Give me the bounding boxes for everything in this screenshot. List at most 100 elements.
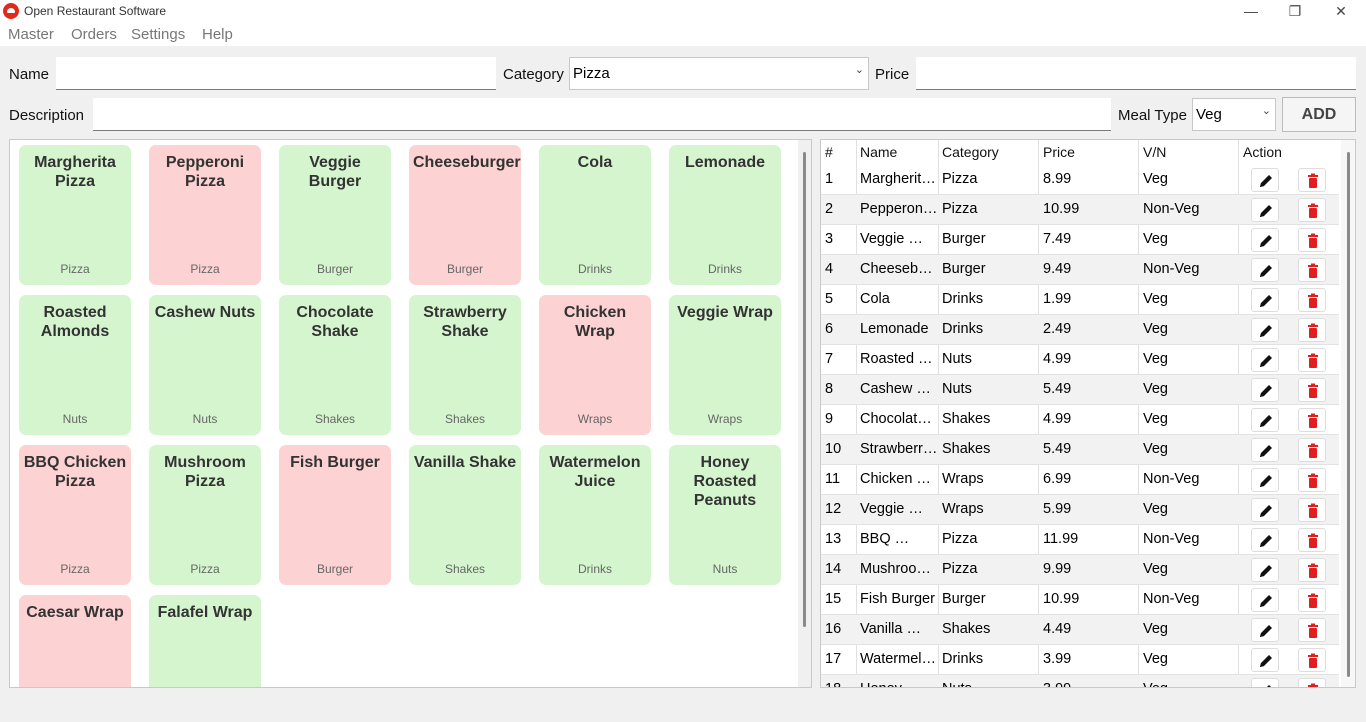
delete-button[interactable] bbox=[1298, 618, 1326, 642]
delete-button[interactable] bbox=[1298, 348, 1326, 372]
maximize-button[interactable]: ❐ bbox=[1272, 0, 1318, 24]
product-card[interactable]: Veggie Burger Burger bbox=[279, 145, 391, 285]
table-row[interactable]: 4 Cheeseb… Burger 9.49 Non-Veg bbox=[821, 255, 1339, 285]
add-button[interactable]: ADD bbox=[1282, 97, 1356, 132]
edit-button[interactable] bbox=[1251, 288, 1279, 312]
delete-button[interactable] bbox=[1298, 288, 1326, 312]
product-card[interactable]: Strawberry Shake Shakes bbox=[409, 295, 521, 435]
table-cell: 3 bbox=[825, 231, 834, 247]
product-card[interactable]: Caesar Wrap bbox=[19, 595, 131, 687]
delete-button[interactable] bbox=[1298, 228, 1326, 252]
product-card[interactable]: Veggie Wrap Wraps bbox=[669, 295, 781, 435]
edit-button[interactable] bbox=[1251, 318, 1279, 342]
edit-button[interactable] bbox=[1251, 168, 1279, 192]
product-card[interactable]: Cola Drinks bbox=[539, 145, 651, 285]
table-row[interactable]: 12 Veggie … Wraps 5.99 Veg bbox=[821, 495, 1339, 525]
trash-icon bbox=[1308, 413, 1318, 428]
chevron-down-icon: ⌄ bbox=[854, 64, 864, 76]
table-row[interactable]: 15 Fish Burger Burger 10.99 Non-Veg bbox=[821, 585, 1339, 615]
edit-button[interactable] bbox=[1251, 408, 1279, 432]
table-scrollbar[interactable] bbox=[1341, 140, 1355, 687]
table-cell: 1 bbox=[825, 171, 834, 187]
edit-button[interactable] bbox=[1251, 198, 1279, 222]
meal-type-select-value: Veg bbox=[1196, 106, 1222, 123]
pencil-icon bbox=[1260, 625, 1272, 637]
product-card[interactable]: Fish Burger Burger bbox=[279, 445, 391, 585]
product-card[interactable]: Roasted Almonds Nuts bbox=[19, 295, 131, 435]
edit-button[interactable] bbox=[1251, 258, 1279, 282]
product-card[interactable]: Watermelon Juice Drinks bbox=[539, 445, 651, 585]
edit-button[interactable] bbox=[1251, 528, 1279, 552]
table-row[interactable]: 8 Cashew … Nuts 5.49 Veg bbox=[821, 375, 1339, 405]
table-cell: 7.49 bbox=[1043, 231, 1072, 247]
edit-button[interactable] bbox=[1251, 438, 1279, 462]
edit-button[interactable] bbox=[1251, 678, 1279, 687]
table-row[interactable]: 11 Chicken … Wraps 6.99 Non-Veg bbox=[821, 465, 1339, 495]
edit-button[interactable] bbox=[1251, 618, 1279, 642]
product-card[interactable]: Pepperoni Pizza Pizza bbox=[149, 145, 261, 285]
table-row[interactable]: 1 Margherit… Pizza 8.99 Veg bbox=[821, 165, 1339, 195]
table-row[interactable]: 10 Strawberr… Shakes 5.49 Veg bbox=[821, 435, 1339, 465]
delete-button[interactable] bbox=[1298, 318, 1326, 342]
product-card[interactable]: Cheeseburger Burger bbox=[409, 145, 521, 285]
delete-button[interactable] bbox=[1298, 468, 1326, 492]
table-cell: Veg bbox=[1143, 381, 1168, 397]
delete-button[interactable] bbox=[1298, 528, 1326, 552]
product-card[interactable]: Mushroom Pizza Pizza bbox=[149, 445, 261, 585]
edit-button[interactable] bbox=[1251, 228, 1279, 252]
product-card-category: Nuts bbox=[192, 412, 218, 426]
grid-scroll-thumb[interactable] bbox=[803, 152, 806, 627]
minimize-button[interactable]: — bbox=[1228, 0, 1274, 24]
delete-button[interactable] bbox=[1298, 588, 1326, 612]
edit-button[interactable] bbox=[1251, 348, 1279, 372]
description-input[interactable] bbox=[93, 98, 1111, 131]
delete-button[interactable] bbox=[1298, 168, 1326, 192]
delete-button[interactable] bbox=[1298, 198, 1326, 222]
table-row[interactable]: 7 Roasted … Nuts 4.99 Veg bbox=[821, 345, 1339, 375]
edit-button[interactable] bbox=[1251, 498, 1279, 522]
menu-help[interactable]: Help bbox=[202, 26, 233, 43]
delete-button[interactable] bbox=[1298, 438, 1326, 462]
category-select[interactable]: Pizza ⌄ bbox=[569, 57, 869, 90]
product-card[interactable]: Vanilla Shake Shakes bbox=[409, 445, 521, 585]
table-row[interactable]: 3 Veggie … Burger 7.49 Veg bbox=[821, 225, 1339, 255]
table-row[interactable]: 6 Lemonade Drinks 2.49 Veg bbox=[821, 315, 1339, 345]
edit-button[interactable] bbox=[1251, 588, 1279, 612]
table-row[interactable]: 5 Cola Drinks 1.99 Veg bbox=[821, 285, 1339, 315]
delete-button[interactable] bbox=[1298, 498, 1326, 522]
product-card[interactable]: Margherita Pizza Pizza bbox=[19, 145, 131, 285]
menu-settings[interactable]: Settings bbox=[131, 26, 185, 43]
product-card[interactable]: BBQ Chicken Pizza Pizza bbox=[19, 445, 131, 585]
table-row[interactable]: 2 Pepperon… Pizza 10.99 Non-Veg bbox=[821, 195, 1339, 225]
delete-button[interactable] bbox=[1298, 378, 1326, 402]
name-input[interactable] bbox=[56, 57, 496, 90]
meal-type-select[interactable]: Veg ⌄ bbox=[1192, 98, 1276, 131]
price-input[interactable] bbox=[916, 57, 1356, 90]
table-row[interactable]: 9 Chocolat… Shakes 4.99 Veg bbox=[821, 405, 1339, 435]
table-row[interactable]: 13 BBQ … Pizza 11.99 Non-Veg bbox=[821, 525, 1339, 555]
product-card[interactable]: Chocolate Shake Shakes bbox=[279, 295, 391, 435]
close-button[interactable]: ✕ bbox=[1318, 0, 1364, 24]
menu-orders[interactable]: Orders bbox=[71, 26, 117, 43]
delete-button[interactable] bbox=[1298, 678, 1326, 687]
delete-button[interactable] bbox=[1298, 558, 1326, 582]
delete-button[interactable] bbox=[1298, 258, 1326, 282]
table-row[interactable]: 18 Honey… Nuts 3.99 Veg bbox=[821, 675, 1339, 687]
edit-button[interactable] bbox=[1251, 468, 1279, 492]
table-row[interactable]: 16 Vanilla … Shakes 4.49 Veg bbox=[821, 615, 1339, 645]
table-row[interactable]: 17 Watermel… Drinks 3.99 Veg bbox=[821, 645, 1339, 675]
grid-scrollbar[interactable] bbox=[798, 140, 811, 687]
delete-button[interactable] bbox=[1298, 408, 1326, 432]
delete-button[interactable] bbox=[1298, 648, 1326, 672]
table-scroll-thumb[interactable] bbox=[1347, 152, 1350, 677]
product-card[interactable]: Cashew Nuts Nuts bbox=[149, 295, 261, 435]
product-card[interactable]: Falafel Wrap bbox=[149, 595, 261, 687]
edit-button[interactable] bbox=[1251, 378, 1279, 402]
product-card[interactable]: Chicken Wrap Wraps bbox=[539, 295, 651, 435]
edit-button[interactable] bbox=[1251, 648, 1279, 672]
product-card[interactable]: Honey Roasted Peanuts Nuts bbox=[669, 445, 781, 585]
menu-master[interactable]: Master bbox=[8, 26, 54, 43]
product-card[interactable]: Lemonade Drinks bbox=[669, 145, 781, 285]
edit-button[interactable] bbox=[1251, 558, 1279, 582]
table-row[interactable]: 14 Mushroo… Pizza 9.99 Veg bbox=[821, 555, 1339, 585]
